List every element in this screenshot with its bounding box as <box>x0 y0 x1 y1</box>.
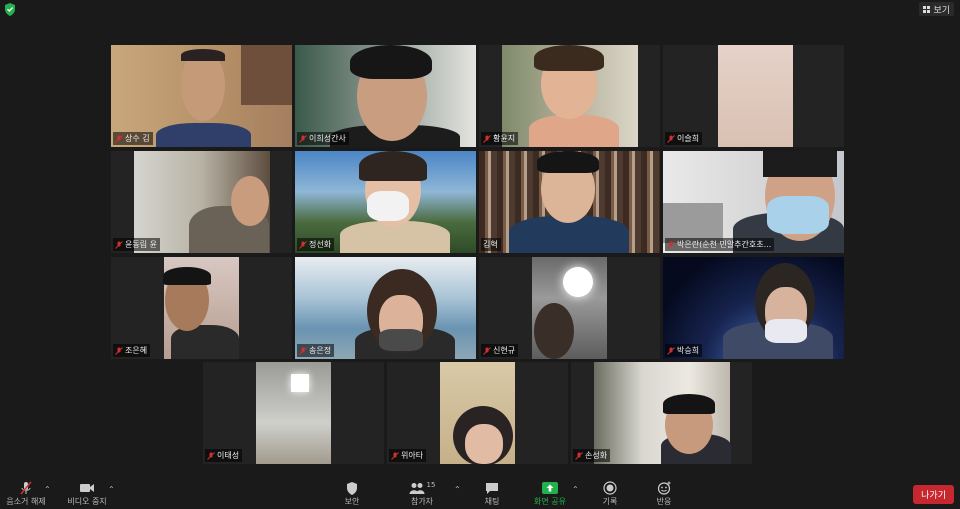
participant-name-tag: 박은란(순천 민알추간호초... <box>665 238 775 251</box>
share-options-caret-icon[interactable]: ⌃ <box>572 485 579 494</box>
participant-name: 신현규 <box>493 346 516 355</box>
participants-count: 15 <box>426 481 436 489</box>
participant-name: 정선화 <box>309 240 332 249</box>
participant-name-tag: 정선화 <box>297 238 335 251</box>
share-screen-button[interactable]: 화면 공유 <box>528 479 572 509</box>
participant-name-tag: 이태성 <box>205 449 243 462</box>
muted-mic-icon <box>115 240 123 249</box>
participant-name-tag: 윤동림 윤 <box>113 238 160 251</box>
participant-name-tag: 조은혜 <box>113 344 151 357</box>
participant-name: 상수 김 <box>125 134 150 143</box>
participants-icon <box>409 483 425 494</box>
record-button[interactable]: 기록 <box>596 479 624 509</box>
participant-name: 박승희 <box>677 346 700 355</box>
muted-mic-icon <box>483 346 491 355</box>
participant-name-tag: 위아타 <box>389 449 427 462</box>
unmute-button[interactable]: 음소거 해제 <box>4 479 48 509</box>
participant-tile[interactable]: 이태성 <box>203 362 384 464</box>
muted-mic-icon <box>115 346 123 355</box>
participant-tile[interactable]: 박은란(순천 민알추간호초... <box>663 151 844 253</box>
participant-name: 윤동림 윤 <box>125 240 157 249</box>
participant-name-tag: 이슬희 <box>665 132 703 145</box>
participant-name-tag: 송은정 <box>297 344 335 357</box>
muted-mic-icon <box>299 134 307 143</box>
gallery-grid-icon <box>923 5 931 13</box>
participant-name-tag: 이희성간사 <box>297 132 349 145</box>
leave-meeting-button[interactable]: 나가기 <box>913 485 954 504</box>
chat-label: 채팅 <box>484 497 500 506</box>
participant-tile[interactable]: 황윤지 <box>479 45 660 147</box>
view-button[interactable]: 보기 <box>919 2 954 16</box>
participant-tile[interactable]: 손성화 <box>571 362 752 464</box>
participant-tile[interactable]: 이슬희 <box>663 45 844 147</box>
participant-name: 이태성 <box>217 451 240 460</box>
participant-tile[interactable]: 윤동림 윤 <box>111 151 292 253</box>
participant-tile[interactable]: 정선화 <box>295 151 476 253</box>
view-label: 보기 <box>933 5 950 16</box>
reactions-label: 반응 <box>656 497 672 506</box>
chat-bubble-icon <box>486 482 498 494</box>
participants-button[interactable]: 15 참가자 <box>404 479 440 509</box>
participant-tile[interactable]: 신현규 <box>479 257 660 359</box>
participant-name: 박은란(순천 민알추간호초... <box>677 240 772 249</box>
participant-tile[interactable]: 이희성간사 <box>295 45 476 147</box>
video-label: 비디오 중지 <box>67 497 107 506</box>
muted-mic-icon <box>667 134 675 143</box>
participant-name: 이희성간사 <box>309 134 346 143</box>
video-options-caret-icon[interactable]: ⌃ <box>108 485 115 494</box>
meeting-toolbar: 음소거 해제 ⌃ 비디오 중지 ⌃ 보안 15 참가자 ⌃ 채팅 화면 공유 ⌃… <box>0 479 960 509</box>
participant-tile[interactable]: 위아타 <box>387 362 568 464</box>
reactions-button[interactable]: 반응 <box>650 479 678 509</box>
participant-tile[interactable]: 상수 김 <box>111 45 292 147</box>
participant-name-tag: 신현규 <box>481 344 519 357</box>
participants-label: 참가자 <box>410 497 434 506</box>
muted-mic-icon <box>575 451 583 460</box>
muted-mic-icon <box>299 346 307 355</box>
muted-mic-icon <box>115 134 123 143</box>
security-button[interactable]: 보안 <box>338 479 366 509</box>
security-label: 보안 <box>344 497 360 506</box>
participant-name-tag: 상수 김 <box>113 132 153 145</box>
participant-name: 황윤지 <box>493 134 516 143</box>
participant-name: 송은정 <box>309 346 332 355</box>
participant-name-tag: 김혁 <box>481 238 501 251</box>
security-shield-icon <box>347 481 357 495</box>
participant-tile[interactable]: 송은정 <box>295 257 476 359</box>
audio-options-caret-icon[interactable]: ⌃ <box>44 485 51 494</box>
unmute-label: 음소거 해제 <box>6 497 46 506</box>
reaction-smiley-icon <box>657 481 671 495</box>
participant-tile[interactable]: 조은혜 <box>111 257 292 359</box>
stop-video-button[interactable]: 비디오 중지 <box>64 479 110 509</box>
muted-mic-icon <box>483 134 491 143</box>
muted-mic-icon <box>207 451 215 460</box>
muted-mic-icon <box>20 481 32 495</box>
record-icon <box>603 481 617 495</box>
record-label: 기록 <box>602 497 618 506</box>
share-label: 화면 공유 <box>534 497 566 506</box>
participant-name: 위아타 <box>401 451 424 460</box>
participant-tile[interactable]: 박승희 <box>663 257 844 359</box>
muted-mic-icon <box>391 451 399 460</box>
participant-name: 김혁 <box>483 240 498 249</box>
participant-tile-active-speaker[interactable]: 김혁 <box>479 151 660 253</box>
participant-name-tag: 황윤지 <box>481 132 519 145</box>
muted-mic-icon <box>667 346 675 355</box>
participant-name-tag: 손성화 <box>573 449 611 462</box>
muted-mic-icon <box>299 240 307 249</box>
video-camera-icon <box>80 484 94 492</box>
muted-mic-icon <box>667 240 675 249</box>
security-shield-icon <box>5 3 15 16</box>
participant-name: 손성화 <box>585 451 608 460</box>
share-screen-arrow-icon <box>542 482 558 494</box>
participant-name: 이슬희 <box>677 134 700 143</box>
participant-name: 조은혜 <box>125 346 148 355</box>
participants-options-caret-icon[interactable]: ⌃ <box>454 485 461 494</box>
chat-button[interactable]: 채팅 <box>478 479 506 509</box>
participant-name-tag: 박승희 <box>665 344 703 357</box>
